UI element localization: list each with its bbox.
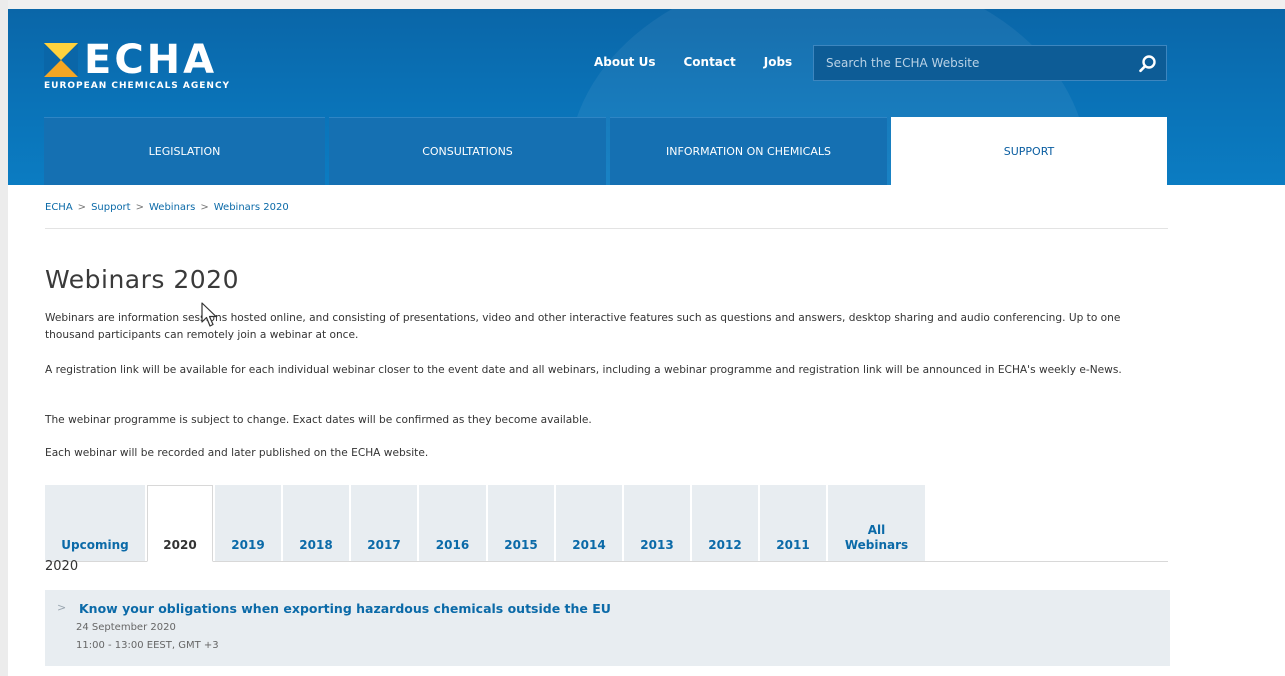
logo-wordmark: ECHA: [84, 37, 218, 83]
nav-tab-legislation[interactable]: LEGISLATION: [44, 117, 325, 185]
chevron-right-icon: >: [57, 601, 67, 614]
tab-2018[interactable]: 2018: [283, 485, 349, 561]
breadcrumb-support[interactable]: Support: [91, 202, 131, 213]
search-icon[interactable]: [1138, 54, 1158, 74]
tab-2011[interactable]: 2011: [760, 485, 826, 561]
tab-2014[interactable]: 2014: [556, 485, 622, 561]
search-box: [813, 45, 1167, 81]
contact-link[interactable]: Contact: [683, 55, 735, 69]
breadcrumb-separator: >: [77, 202, 87, 213]
year-tabs: Upcoming 2020 2019 2018 2017 2016 2015 2…: [45, 485, 1168, 562]
section-year-label: 2020: [45, 559, 79, 574]
breadcrumb-webinars[interactable]: Webinars: [149, 202, 195, 213]
tab-2013[interactable]: 2013: [624, 485, 690, 561]
page-title: Webinars 2020: [45, 265, 239, 294]
breadcrumb: ECHA > Support > Webinars > Webinars 2020: [45, 202, 289, 213]
echa-logo-icon: [44, 43, 78, 77]
page-gutter: [0, 0, 8, 676]
tab-2015[interactable]: 2015: [488, 485, 554, 561]
top-links: About Us Contact Jobs: [594, 55, 792, 69]
event-date: 24 September 2020: [76, 622, 176, 633]
mouse-cursor-icon: [201, 302, 217, 327]
browser-top-strip: [0, 0, 1285, 9]
event-title-link[interactable]: Know your obligations when exporting haz…: [79, 601, 611, 616]
tab-2017[interactable]: 2017: [351, 485, 417, 561]
tab-all-webinars[interactable]: All Webinars: [828, 485, 925, 561]
recording-paragraph: Each webinar will be recorded and later …: [45, 447, 429, 459]
search-input[interactable]: [814, 46, 1136, 80]
nav-tab-information-on-chemicals[interactable]: INFORMATION ON CHEMICALS: [610, 117, 887, 185]
tab-2020[interactable]: 2020: [147, 485, 213, 562]
nav-tab-support[interactable]: SUPPORT: [891, 117, 1167, 185]
site-header: ECHA EUROPEAN CHEMICALS AGENCY About Us …: [8, 9, 1285, 185]
main-nav: LEGISLATION CONSULTATIONS INFORMATION ON…: [44, 117, 1167, 185]
breadcrumb-webinars-2020[interactable]: Webinars 2020: [214, 202, 289, 213]
tab-upcoming[interactable]: Upcoming: [45, 485, 145, 561]
jobs-link[interactable]: Jobs: [764, 55, 792, 69]
tab-2016[interactable]: 2016: [419, 485, 486, 561]
registration-paragraph: A registration link will be available fo…: [45, 364, 1122, 376]
event-time: 11:00 - 13:00 EEST, GMT +3: [76, 640, 219, 651]
nav-tab-consultations[interactable]: CONSULTATIONS: [329, 117, 606, 185]
programme-paragraph: The webinar programme is subject to chan…: [45, 414, 592, 426]
list-item: > Know your obligations when exporting h…: [45, 590, 1170, 666]
breadcrumb-separator: >: [200, 202, 209, 213]
tab-2012[interactable]: 2012: [692, 485, 758, 561]
logo-subtitle: EUROPEAN CHEMICALS AGENCY: [44, 81, 231, 91]
breadcrumb-separator: >: [135, 202, 144, 213]
tab-2019[interactable]: 2019: [215, 485, 281, 561]
breadcrumb-echa[interactable]: ECHA: [45, 202, 73, 213]
divider: [45, 228, 1168, 229]
about-us-link[interactable]: About Us: [594, 55, 655, 69]
